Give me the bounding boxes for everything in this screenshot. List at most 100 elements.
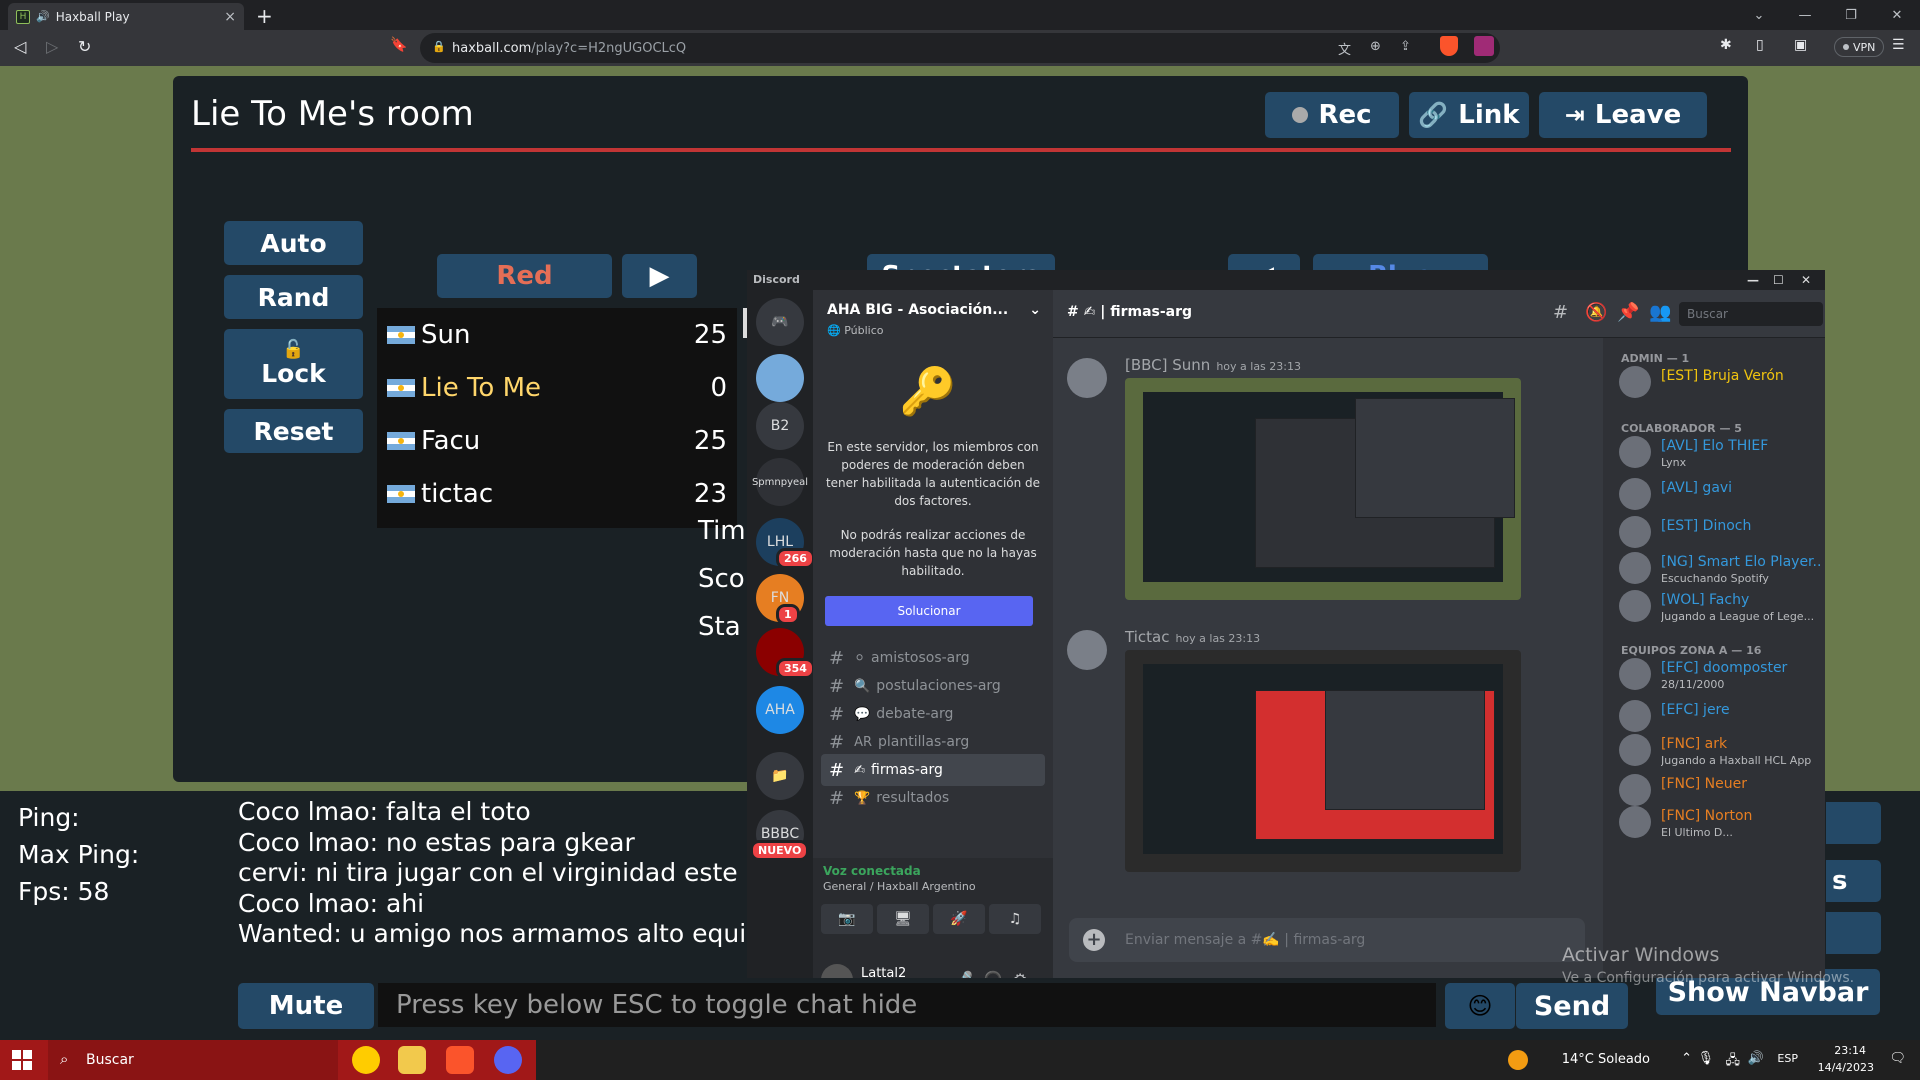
zoom-icon[interactable]: ⊕ [1370, 39, 1381, 54]
server-icon[interactable]: B2 [756, 402, 804, 450]
message-author[interactable]: Tictac hoy a las 23:13 [1125, 628, 1260, 646]
player-row[interactable]: Facu 25 [377, 414, 737, 467]
tray-chevron-icon[interactable]: ⌃ [1681, 1051, 1692, 1066]
discord-minimize-icon[interactable]: — [1747, 270, 1759, 290]
member-item[interactable]: [FNC] Norton El Ultimo D... [1619, 802, 1819, 844]
attach-plus-icon[interactable]: + [1083, 929, 1105, 951]
side-button-1[interactable] [1826, 802, 1881, 844]
notifications-icon[interactable]: 🔕 [1585, 302, 1607, 323]
forward-icon[interactable]: ▷ [46, 37, 58, 56]
mute-mic-icon[interactable]: 🎤 [953, 970, 973, 978]
screen-share-icon[interactable]: 🖥 [877, 904, 929, 934]
message-composer[interactable]: + Enviar mensaje a #✍️ | firmas-arg [1069, 918, 1585, 962]
member-item[interactable]: [FNC] ark Jugando a Haxball HCL App [1619, 730, 1819, 772]
server-argentina-icon[interactable] [756, 354, 804, 402]
close-tab-icon[interactable]: × [224, 9, 236, 25]
avatar[interactable] [1067, 630, 1107, 670]
new-tab-button[interactable]: + [256, 4, 273, 28]
player-row[interactable]: tictac 23 [377, 467, 737, 520]
avatar[interactable] [821, 964, 853, 978]
tab-search-icon[interactable]: ⌄ [1736, 8, 1782, 23]
chat-input[interactable]: Press key below ESC to toggle chat hide [378, 983, 1436, 1027]
volume-icon[interactable]: 🔊 [1748, 1051, 1764, 1066]
reload-icon[interactable]: ↻ [78, 37, 91, 56]
auto-button[interactable]: Auto [224, 221, 363, 265]
voice-channel[interactable]: General / Haxball Argentino [823, 880, 976, 893]
rec-button[interactable]: Rec [1265, 92, 1399, 138]
member-item[interactable]: [EFC] doomposter 28/11/2000 [1619, 654, 1819, 696]
threads-icon[interactable]: # [1553, 302, 1568, 323]
rand-button[interactable]: Rand [224, 275, 363, 319]
folder-icon[interactable]: 📁 [756, 752, 804, 800]
fix-2fa-button[interactable]: Solucionar [825, 596, 1033, 626]
brave-shield-icon[interactable] [1440, 36, 1458, 56]
send-button[interactable]: Send [1516, 983, 1628, 1029]
microphone-icon[interactable]: 🎙 [1697, 1051, 1714, 1066]
side-button-3[interactable] [1826, 912, 1881, 954]
soundboard-icon[interactable]: ♫ [989, 904, 1041, 934]
server-icon[interactable]: LHL 266 [756, 518, 815, 569]
restore-icon[interactable]: ❐ [1828, 8, 1874, 23]
file-explorer-icon[interactable] [398, 1046, 426, 1074]
discord-taskbar-icon[interactable] [494, 1046, 522, 1074]
avatar[interactable] [1067, 358, 1107, 398]
discord-home-icon[interactable]: 🎮 [756, 298, 804, 346]
server-icon[interactable]: Spmnpyeal [752, 458, 808, 506]
notifications-icon[interactable]: 🗨 [1889, 1051, 1906, 1066]
extensions-icon[interactable]: ✱ [1720, 37, 1732, 53]
lock-icon[interactable]: 🔒 [432, 40, 446, 53]
message-author[interactable]: [BBC] Sunn hoy a las 23:13 [1125, 356, 1301, 374]
weather-icon[interactable] [1508, 1050, 1528, 1070]
wallet-icon[interactable]: ▣ [1794, 37, 1807, 53]
screenshot-attachment[interactable] [1125, 378, 1521, 600]
settings-gear-icon[interactable]: ⚙ [1013, 970, 1027, 978]
address-bar[interactable]: 🔒 haxball.com/play?c=H2ngUGOCLcQ 文 ⊕ ⇪ [420, 33, 1500, 63]
member-item[interactable]: [AVL] Elo THIEF Lynx [1619, 432, 1819, 474]
brave-rewards-icon[interactable] [1474, 36, 1494, 56]
menu-icon[interactable]: ☰ [1892, 37, 1905, 53]
search-input[interactable]: Buscar [1679, 302, 1823, 326]
translate-icon[interactable]: 文 [1338, 39, 1351, 58]
member-item[interactable]: [NG] Smart Elo Player... Escuchando Spoti… [1619, 548, 1821, 590]
network-icon[interactable]: 🖧 [1726, 1051, 1741, 1073]
close-window-icon[interactable]: ✕ [1874, 8, 1920, 23]
channel-item-resultados[interactable]: # 🏆 resultados [821, 782, 1045, 814]
player-row[interactable]: Lie To Me 0 [377, 361, 737, 414]
side-button-2[interactable]: s [1826, 860, 1881, 902]
player-row[interactable]: enzo17 [377, 520, 737, 528]
language-label[interactable]: ESP [1777, 1052, 1798, 1065]
discord-close-icon[interactable]: ✕ [1801, 270, 1811, 290]
browser-tab[interactable]: H 🔊 Haxball Play × [8, 3, 244, 30]
player-row[interactable]: Sun 25 [377, 308, 737, 361]
discord-maximize-icon[interactable]: ☐ [1773, 270, 1784, 290]
bookmark-icon[interactable]: 🔖 [390, 37, 407, 53]
leave-button[interactable]: ⇥ Leave [1539, 92, 1707, 138]
server-icon[interactable]: 354 [756, 628, 815, 679]
headphones-icon[interactable]: 🎧 [983, 970, 1003, 978]
taskbar-search[interactable]: ⌕ Buscar [48, 1040, 338, 1080]
vpn-button[interactable]: VPN [1834, 37, 1885, 57]
clock-date[interactable]: 14/4/2023 [1818, 1061, 1874, 1074]
share-icon[interactable]: ⇪ [1400, 39, 1411, 54]
server-icon[interactable]: BBBC NUEVO [750, 810, 810, 861]
camera-icon[interactable]: 📷 [821, 904, 873, 934]
weather-label[interactable]: 14°C Soleado [1562, 1052, 1650, 1067]
back-icon[interactable]: ◁ [14, 37, 26, 56]
minimize-icon[interactable]: — [1782, 8, 1828, 23]
emoji-button[interactable]: 😊 [1445, 983, 1515, 1029]
member-item[interactable]: [AVL] gavi [1619, 474, 1819, 516]
server-icon[interactable]: AHA [756, 686, 804, 734]
members-icon[interactable]: 👥 [1649, 302, 1671, 323]
red-team-button[interactable]: Red [437, 254, 612, 298]
server-icon[interactable]: FN 1 [756, 574, 804, 625]
lock-button[interactable]: 🔓 Lock [224, 329, 363, 399]
member-item[interactable]: [EST] Bruja Verón [1619, 362, 1819, 404]
sidebar-icon[interactable]: ▯ [1756, 37, 1764, 53]
member-item[interactable]: [WOL] Fachy Jugando a League of Lege... [1619, 586, 1819, 628]
screenshot-attachment[interactable] [1125, 650, 1521, 872]
activity-icon[interactable]: 🚀 [933, 904, 985, 934]
clock-time[interactable]: 23:14 [1834, 1044, 1866, 1057]
link-button[interactable]: 🔗 Link [1409, 92, 1529, 138]
reset-button[interactable]: Reset [224, 409, 363, 453]
chrome-icon[interactable] [352, 1046, 380, 1074]
